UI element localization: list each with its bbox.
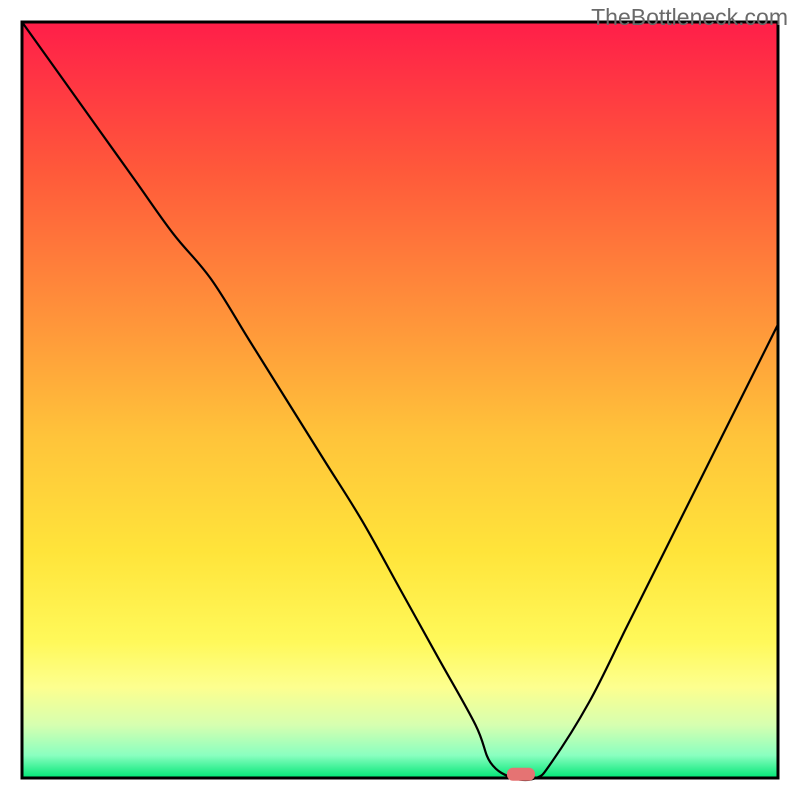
bottleneck-chart: TheBottleneck.com: [0, 0, 800, 800]
plot-area: [22, 22, 778, 781]
chart-svg: [0, 0, 800, 800]
optimal-marker: [507, 768, 535, 781]
watermark-label: TheBottleneck.com: [591, 4, 788, 31]
gradient-background: [22, 22, 778, 778]
